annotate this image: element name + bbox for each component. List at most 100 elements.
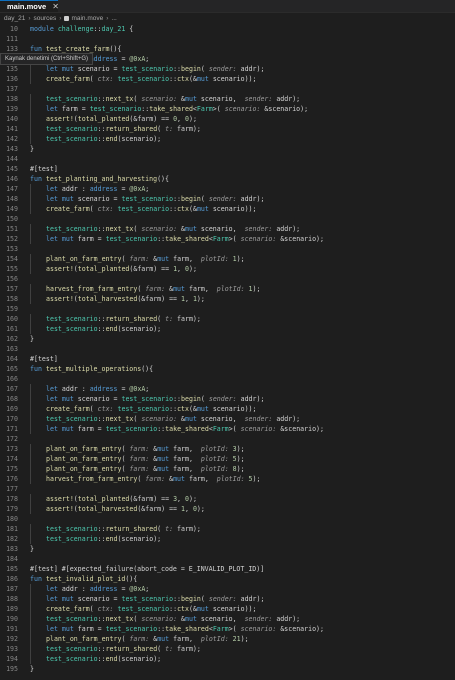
line-number: 188	[6, 595, 18, 603]
indent-guide	[30, 74, 31, 84]
close-icon[interactable]: ✕	[52, 2, 59, 11]
code-line[interactable]: 189 create_farm( ctx: test_scenario::ctx(…	[0, 604, 455, 614]
code-line[interactable]: 169 create_farm( ctx: test_scenario::ctx(…	[0, 404, 455, 414]
code-line[interactable]: 144	[0, 154, 455, 164]
code-line[interactable]: 146 fun test_planting_and_harvesting(){	[0, 174, 455, 184]
code-line[interactable]: 193 test_scenario::return_shared( t: farm…	[0, 644, 455, 654]
line-number: 184	[6, 555, 18, 563]
code-line[interactable]: 186 fun test_invalid_plot_id(){	[0, 574, 455, 584]
code-line[interactable]: 152 let mut farm = test_scenario::take_sh…	[0, 234, 455, 244]
code-text: test_scenario::next_tx( scenario: &mut s…	[46, 225, 301, 233]
code-line[interactable]: 162}	[0, 334, 455, 344]
code-line[interactable]: 160 test_scenario::return_shared( t: farm…	[0, 314, 455, 324]
code-line[interactable]: 135 let mut scenario = test_scenario::beg…	[0, 64, 455, 74]
code-line[interactable]: 145 #[test]	[0, 164, 455, 174]
code-line[interactable]: 176 harvest_from_farm_entry( farm: &mut f…	[0, 474, 455, 484]
code-line[interactable]: 153	[0, 244, 455, 254]
chevron-right-icon: ›	[106, 15, 109, 22]
code-line[interactable]: 191 let mut farm = test_scenario::take_sh…	[0, 624, 455, 634]
code-line[interactable]: 165 fun test_multiple_operations(){	[0, 364, 455, 374]
code-text: test_scenario::return_shared( t: farm);	[46, 315, 201, 323]
code-line[interactable]: 188 let mut scenario = test_scenario::beg…	[0, 594, 455, 604]
code-line[interactable]: 187 let addr : address = @0xA;	[0, 584, 455, 594]
code-line[interactable]: 161 test_scenario::end(scenario);	[0, 324, 455, 334]
code-line[interactable]: 141 test_scenario::return_shared( t: farm…	[0, 124, 455, 134]
code-text: create_farm( ctx: test_scenario::ctx(&mu…	[46, 605, 257, 613]
code-line[interactable]: 10 module challenge::day_21 {	[0, 24, 455, 34]
code-line[interactable]: 185 #[test] #[expected_failure(abort_code…	[0, 564, 455, 574]
code-text: plant_on_farm_entry( farm: &mut farm, pl…	[46, 465, 245, 473]
code-line[interactable]: 175 plant_on_farm_entry( farm: &mut farm,…	[0, 464, 455, 474]
code-line[interactable]: 156	[0, 274, 455, 284]
code-line[interactable]: 148 let mut scenario = test_scenario::beg…	[0, 194, 455, 204]
indent-guide	[30, 474, 31, 484]
code-line[interactable]: 174 plant_on_farm_entry( farm: &mut farm,…	[0, 454, 455, 464]
code-line[interactable]: 178 assert!(total_planted(&farm) == 3, 0)…	[0, 494, 455, 504]
code-line[interactable]: 158 assert!(total_harvested(&farm) == 1, …	[0, 294, 455, 304]
code-line[interactable]: 184	[0, 554, 455, 564]
breadcrumb-item-sources[interactable]: sources	[34, 15, 57, 22]
code-line[interactable]: 137	[0, 84, 455, 94]
indent-guide	[30, 104, 31, 114]
code-line[interactable]: 171 let mut farm = test_scenario::take_sh…	[0, 424, 455, 434]
code-line[interactable]: 190 test_scenario::next_tx( scenario: &mu…	[0, 614, 455, 624]
code-line[interactable]: 151 test_scenario::next_tx( scenario: &mu…	[0, 224, 455, 234]
code-line[interactable]: 164 #[test]	[0, 354, 455, 364]
code-line[interactable]: 177	[0, 484, 455, 494]
code-line[interactable]: 155 assert!(total_planted(&farm) == 1, 0)…	[0, 264, 455, 274]
code-line[interactable]: 138 test_scenario::next_tx( scenario: &mu…	[0, 94, 455, 104]
line-number: 153	[6, 245, 18, 253]
line-number: 163	[6, 345, 18, 353]
code-text: }	[30, 145, 34, 153]
code-text: }	[30, 335, 34, 343]
indent-guide	[30, 494, 31, 504]
code-line[interactable]: 173 plant_on_farm_entry( farm: &mut farm,…	[0, 444, 455, 454]
line-number: 169	[6, 405, 18, 413]
breadcrumb-item-file[interactable]: main.move	[71, 15, 103, 22]
indent-guide	[30, 384, 31, 394]
code-line[interactable]: 140 assert!(total_planted(&farm) == 0, 0)…	[0, 114, 455, 124]
code-line[interactable]: 181 test_scenario::return_shared( t: farm…	[0, 524, 455, 534]
code-text: assert!(total_harvested(&farm) == 1, 1);	[46, 295, 205, 303]
indent-guide	[30, 534, 31, 544]
code-line[interactable]: 172	[0, 434, 455, 444]
code-line[interactable]: 150	[0, 214, 455, 224]
code-line[interactable]: 159	[0, 304, 455, 314]
indent-guide	[30, 124, 31, 134]
breadcrumb-item-folder[interactable]: day_21	[4, 15, 25, 22]
line-number: 191	[6, 625, 18, 633]
code-line[interactable]: 170 test_scenario::next_tx( scenario: &mu…	[0, 414, 455, 424]
line-number: 143	[6, 145, 18, 153]
code-line[interactable]: 143}	[0, 144, 455, 154]
code-line[interactable]: 180	[0, 514, 455, 524]
code-line[interactable]: 136 create_farm( ctx: test_scenario::ctx(…	[0, 74, 455, 84]
code-line[interactable]: 182 test_scenario::end(scenario);	[0, 534, 455, 544]
code-line[interactable]: 154 plant_on_farm_entry( farm: &mut farm,…	[0, 254, 455, 264]
tab-main-move[interactable]: main.move ✕	[0, 0, 59, 12]
code-text: assert!(total_planted(&farm) == 1, 0);	[46, 265, 197, 273]
code-line[interactable]: 195}	[0, 664, 455, 674]
code-line[interactable]: 194 test_scenario::end(scenario);	[0, 654, 455, 664]
code-text: let mut scenario = test_scenario::begin(…	[46, 195, 265, 203]
indent-guide	[30, 604, 31, 614]
code-line[interactable]: 183}	[0, 544, 455, 554]
indent-guide	[30, 464, 31, 474]
code-line[interactable]: 142 test_scenario::end(scenario);	[0, 134, 455, 144]
code-text: #[test]	[30, 355, 58, 363]
code-line[interactable]: 139 let farm = test_scenario::take_shared…	[0, 104, 455, 114]
line-number: 159	[6, 305, 18, 313]
breadcrumb-item-symbol[interactable]: ...	[111, 15, 116, 22]
code-line[interactable]: 168 let mut scenario = test_scenario::beg…	[0, 394, 455, 404]
code-line[interactable]: 179 assert!(total_harvested(&farm) == 1, …	[0, 504, 455, 514]
code-line[interactable]: 147 let addr : address = @0xA;	[0, 184, 455, 194]
line-number: 165	[6, 365, 18, 373]
code-line[interactable]: 149 create_farm( ctx: test_scenario::ctx(…	[0, 204, 455, 214]
code-editor[interactable]: 10 module challenge::day_21 {111 133 fun te…	[0, 24, 455, 680]
code-line[interactable]: 192 plant_on_farm_entry( farm: &mut farm,…	[0, 634, 455, 644]
code-line[interactable]: 111	[0, 34, 455, 44]
code-line[interactable]: 167 let addr : address = @0xA;	[0, 384, 455, 394]
code-line[interactable]: 166	[0, 374, 455, 384]
code-line[interactable]: 163	[0, 344, 455, 354]
code-line[interactable]: 157 harvest_from_farm_entry( farm: &mut f…	[0, 284, 455, 294]
line-number: 136	[6, 75, 18, 83]
